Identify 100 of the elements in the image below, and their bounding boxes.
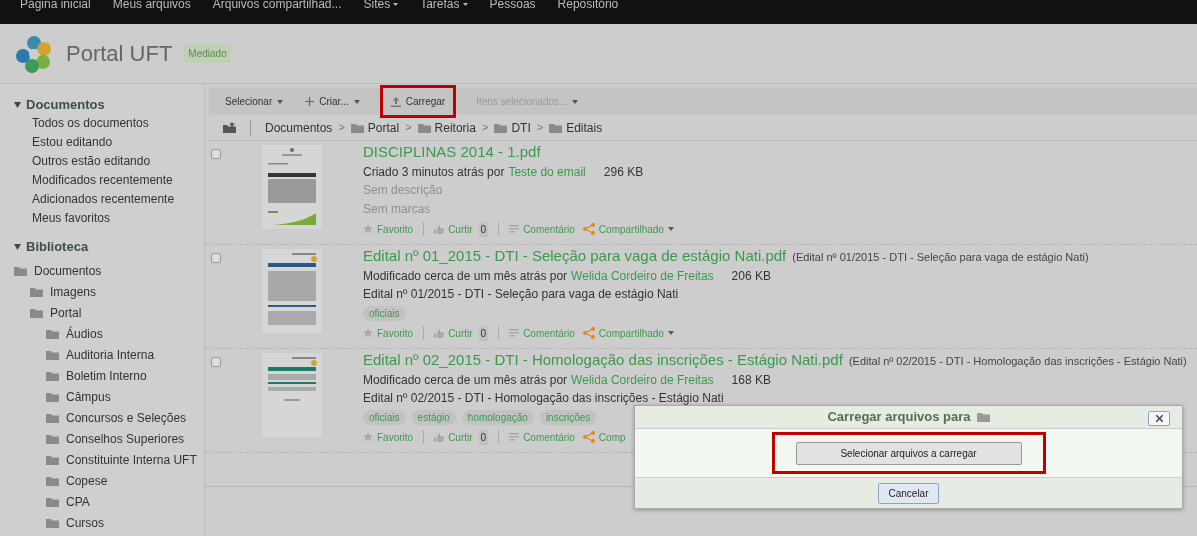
nav-link[interactable]: Pessoas xyxy=(489,0,536,11)
folder-tree-item[interactable]: Auditoria Interna xyxy=(46,344,204,365)
folder-icon xyxy=(46,496,59,507)
folder-tree-item[interactable]: Copese xyxy=(46,470,204,491)
flower-logo-icon xyxy=(14,33,54,74)
share-icon xyxy=(582,431,595,443)
caret-icon xyxy=(277,99,284,104)
document-title-note: (Edital nº 01/2015 - DTI - Seleção para vaga de estágio Nati) xyxy=(792,250,1089,265)
nav-link[interactable]: Meus arquivos xyxy=(112,0,191,11)
file-size: 168 KB xyxy=(731,371,771,389)
section-header[interactable]: Biblioteca xyxy=(14,238,204,256)
folder-tree-item[interactable]: Cursos xyxy=(46,512,204,533)
close-icon xyxy=(1155,415,1163,422)
sidebar-link[interactable]: Outros estão editando xyxy=(32,152,204,171)
breadcrumb-link[interactable]: DTI xyxy=(494,118,531,137)
row-checkbox[interactable] xyxy=(211,149,221,159)
folder-icon xyxy=(46,433,59,444)
toolbar-button[interactable]: Selecionar xyxy=(223,89,286,114)
folder-icon xyxy=(350,122,364,133)
folder-icon xyxy=(46,349,59,360)
folder-icon xyxy=(494,122,508,133)
empty-field-text: Sem marcas xyxy=(363,201,432,218)
caret-icon xyxy=(393,2,399,6)
folder-icon xyxy=(14,265,27,276)
folder-tree-item[interactable]: Portal xyxy=(30,302,204,323)
share-icon xyxy=(582,223,595,235)
folder-icon xyxy=(46,517,59,528)
breadcrumb-link[interactable]: Documentos xyxy=(265,118,333,137)
caret-icon xyxy=(462,2,468,6)
folder-tree-item[interactable]: Imagens xyxy=(30,281,204,302)
sidebar-link[interactable]: Meus favoritos xyxy=(32,209,204,228)
like-count: 0 xyxy=(478,429,489,445)
folder-icon xyxy=(30,286,43,297)
row-checkbox[interactable] xyxy=(211,357,221,367)
sidebar-link[interactable]: Todos os documentos xyxy=(32,114,204,133)
file-size: 206 KB xyxy=(731,267,771,285)
breadcrumb-link[interactable]: Editais xyxy=(549,118,603,137)
sidebar-link[interactable]: Estou editando xyxy=(32,133,204,152)
nav-link[interactable]: Página inicial xyxy=(20,0,91,11)
folder-icon xyxy=(46,454,59,465)
thumbs-up-icon xyxy=(434,224,445,234)
caret-icon xyxy=(353,99,360,104)
breadcrumb-separator: > xyxy=(481,120,489,136)
folder-tree-item[interactable]: Documentos xyxy=(14,260,204,281)
nav-link[interactable]: Tarefas xyxy=(420,0,468,11)
document-meta: Modificado cerca de um mês atrás por xyxy=(363,371,568,389)
document-description: Edital nº 02/2015 - DTI - Homologação das inscrições - Estágio Nati xyxy=(363,390,725,407)
toolbar-button[interactable]: Criar... xyxy=(303,89,362,114)
folder-tree-item[interactable]: CPA xyxy=(46,491,204,512)
document-meta: Criado 3 minutos atrás por xyxy=(363,163,505,181)
plus-icon xyxy=(305,97,315,106)
cancel-button[interactable]: Cancelar xyxy=(878,482,939,504)
caret-icon xyxy=(667,331,674,335)
like-count: 0 xyxy=(478,325,489,341)
comment-lines-icon xyxy=(509,433,520,441)
folder-up-icon[interactable] xyxy=(223,122,236,133)
select-files-button[interactable]: Selecionar arquivos a carregar xyxy=(795,441,1022,465)
caret-icon xyxy=(572,99,579,104)
thumbs-up-icon xyxy=(434,328,445,338)
breadcrumb-link[interactable]: Portal xyxy=(350,118,400,137)
breadcrumb-separator: > xyxy=(338,120,345,136)
toolbar-button[interactable]: Carregar xyxy=(379,85,457,118)
folder-tree-item[interactable]: Concursos e Seleções xyxy=(46,407,204,428)
share-icon xyxy=(582,327,595,339)
document-title-note: (Edital nº 02/2015 - DTI - Homologação das inscrições - Estágio Nati) xyxy=(848,354,1187,369)
breadcrumb-link[interactable]: Reitoria xyxy=(417,118,476,137)
folder-icon xyxy=(46,391,59,402)
site-badge: Mediado xyxy=(184,44,231,63)
nav-link[interactable]: Arquivos compartilhad... xyxy=(212,0,342,11)
caret-icon xyxy=(667,227,674,231)
thumbs-up-icon xyxy=(434,432,445,442)
folder-icon xyxy=(549,122,563,133)
folder-tree-item[interactable]: Áudios xyxy=(46,323,204,344)
close-button[interactable] xyxy=(1148,411,1170,426)
dialog-title: Carregar arquivos para xyxy=(827,407,990,427)
folder-icon xyxy=(46,412,59,423)
row-checkbox[interactable] xyxy=(211,253,221,263)
breadcrumb-separator: > xyxy=(536,120,544,136)
document-meta: Modificado cerca de um mês atrás por xyxy=(363,267,568,285)
sidebar-link[interactable]: Adicionados recentemente xyxy=(32,190,204,209)
folder-icon xyxy=(46,328,59,339)
star-icon xyxy=(363,224,373,234)
upload-icon xyxy=(390,96,401,107)
folder-icon xyxy=(30,307,43,318)
sidebar-link[interactable]: Modificados recentemente xyxy=(32,171,204,190)
folder-tree-item[interactable]: Constituinte Interna UFT xyxy=(46,449,204,470)
document-description: Edital nº 01/2015 - DTI - Seleção para vaga de estágio Nati xyxy=(363,286,680,303)
folder-tree-item[interactable]: Conselhos Superiores xyxy=(46,428,204,449)
file-size: 296 KB xyxy=(603,163,644,181)
empty-field-text: Sem descrição xyxy=(363,182,444,199)
folder-icon xyxy=(46,475,59,486)
nav-link[interactable]: Sites xyxy=(363,0,399,11)
nav-link[interactable]: Repositório xyxy=(557,0,619,11)
like-count: 0 xyxy=(478,221,489,237)
comment-lines-icon xyxy=(509,225,520,233)
folder-tree-item[interactable]: Câmpus xyxy=(46,386,204,407)
folder-icon xyxy=(417,122,431,133)
folder-tree-item[interactable]: Boletim Interno xyxy=(46,365,204,386)
folder-icon xyxy=(976,412,990,422)
section-header[interactable]: Documentos xyxy=(14,96,204,114)
